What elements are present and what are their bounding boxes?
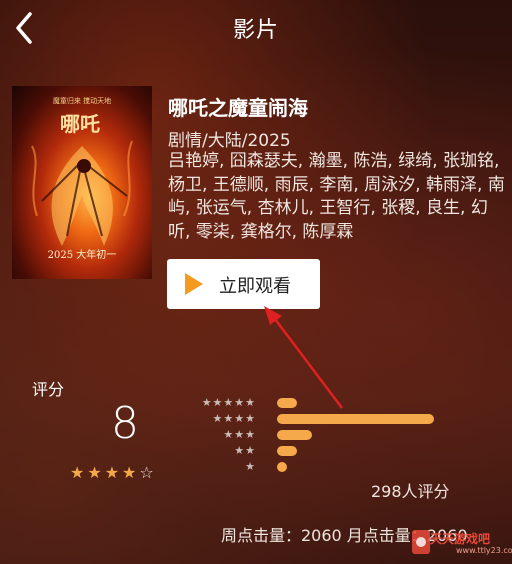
distribution-row: ★★ <box>200 444 500 458</box>
distribution-row: ★★★ <box>200 428 500 442</box>
distribution-stars-label: ★★★ <box>223 428 256 441</box>
distribution-row: ★★★★ <box>200 412 500 426</box>
rating-count: 298人评分 <box>371 482 450 501</box>
distribution-bar <box>277 462 287 472</box>
distribution-stars-label: ★★★★ <box>212 412 256 425</box>
rating-stars: ★★★★☆ <box>70 463 157 482</box>
distribution-stars-label: ★★★★★ <box>201 396 256 409</box>
distribution-stars-label: ★ <box>245 460 256 473</box>
star-filled-icon: ★ <box>87 463 105 482</box>
star-filled-icon: ★ <box>104 463 123 482</box>
rating-label: 评分 <box>32 380 65 399</box>
star-filled-icon: ★ <box>70 463 88 482</box>
distribution-stars-label: ★★ <box>234 444 256 457</box>
distribution-bar <box>277 430 312 440</box>
watermark-url: www.ttly23.com <box>456 546 512 555</box>
rating-score: 8 <box>111 398 139 449</box>
distribution-row: ★ <box>200 460 500 474</box>
distribution-bar <box>277 398 298 408</box>
distribution-bar <box>277 414 434 424</box>
watermark-text: 天天游戏吧 <box>430 532 491 546</box>
star-filled-icon: ★ <box>122 463 140 482</box>
distribution-bar <box>277 446 298 456</box>
star-empty-icon: ☆ <box>139 463 157 482</box>
distribution-row: ★★★★★ <box>200 396 500 410</box>
